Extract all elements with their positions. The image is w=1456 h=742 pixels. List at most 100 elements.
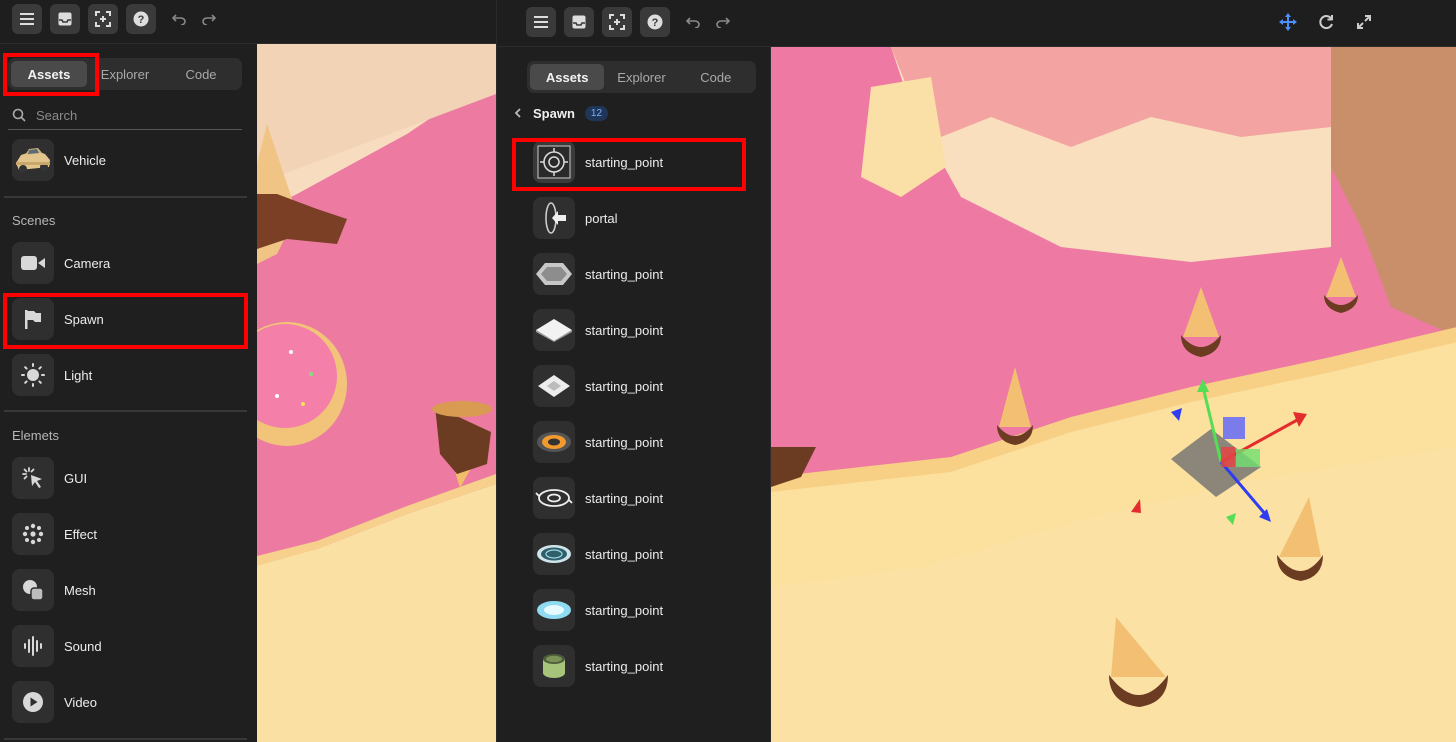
asset-item-label: Video [64,694,98,710]
asset-item-vehicle[interactable]: Vehicle [0,132,248,188]
spawn-item[interactable]: starting_point [497,470,737,526]
count-badge: 12 [584,105,609,121]
tab-assets[interactable]: Assets [11,61,87,87]
asset-item-gui[interactable]: GUI [0,450,248,506]
tab-code[interactable]: Code [679,64,753,90]
spawn-item-label: starting_point [585,378,664,394]
sun-icon [12,354,54,396]
spawn-item[interactable]: starting_point [497,526,737,582]
section-divider [4,410,247,412]
green-cylinder-icon [533,645,575,687]
spawn-item-label: portal [585,210,618,226]
redo-icon[interactable] [198,8,220,30]
spawn-item[interactable]: starting_point [497,358,737,414]
left-screenshot-panel: ? Assets Explorer Code Search Vehicle Sc… [0,0,496,742]
spawn-item[interactable]: starting_point [497,246,737,302]
move-tool-icon[interactable] [1277,11,1299,33]
undo-icon[interactable] [168,8,190,30]
tab-explorer[interactable]: Explorer [87,61,163,87]
assets-sidebar: Assets Explorer Code Spawn 12 starting_p… [497,47,771,742]
spawn-item-label: starting_point [585,602,664,618]
panel-tabs: Assets Explorer Code [8,58,242,90]
target-ring-icon [533,141,575,183]
breadcrumb: Spawn 12 [513,101,609,125]
asset-item-label: Mesh [64,582,96,598]
spawn-item-label: starting_point [585,658,664,674]
asset-item-camera[interactable]: Camera [0,235,248,291]
hexagon-pad-icon [533,253,575,295]
portal-arrow-icon [533,197,575,239]
waveform-icon [12,625,54,667]
assets-sidebar: Assets Explorer Code Vehicle Scenes [0,44,257,742]
spawn-item[interactable]: portal [497,190,737,246]
section-divider [4,738,247,740]
flag-icon [12,298,54,340]
svg-text:?: ? [652,17,659,29]
undo-icon[interactable] [682,11,704,33]
orange-ring-pad-icon [533,421,575,463]
spawn-item[interactable]: starting_point [497,134,737,190]
section-divider [4,196,247,198]
tab-assets[interactable]: Assets [530,64,605,90]
asset-item-effect[interactable]: Effect [0,506,248,562]
tab-explorer[interactable]: Explorer [604,64,678,90]
inbox-icon[interactable] [564,7,594,37]
help-icon[interactable]: ? [126,4,156,34]
car-icon [12,139,54,181]
spawn-item-label: starting_point [585,322,664,338]
redo-icon[interactable] [712,11,734,33]
chevron-left-icon[interactable] [513,107,523,119]
shapes-icon [12,569,54,611]
scene-viewport[interactable] [257,44,496,742]
spawn-item-label: starting_point [585,434,664,450]
frame-add-icon[interactable] [88,4,118,34]
spawn-item-label: starting_point [585,154,664,170]
search-bar [8,101,242,130]
menu-icon[interactable] [12,4,42,34]
tab-code[interactable]: Code [163,61,239,87]
right-screenshot-panel: ? Assets Explorer Code Spawn 12 starting… [496,0,1456,742]
section-title-scenes: Scenes [12,213,56,228]
teal-ring-pad-icon [533,533,575,575]
frame-add-icon[interactable] [602,7,632,37]
asset-item-label: Effect [64,526,98,542]
asset-item-label: Spawn [64,311,104,327]
asset-item-label: Vehicle [64,152,106,168]
sparkle-dots-icon [12,513,54,555]
svg-text:?: ? [138,14,145,26]
spawn-item[interactable]: starting_point [497,582,737,638]
spawn-item-label: starting_point [585,546,664,562]
diamond-pad-icon [533,365,575,407]
asset-item-sound[interactable]: Sound [0,618,248,674]
asset-item-light[interactable]: Light [0,347,248,403]
panel-tabs: Assets Explorer Code [527,61,756,93]
scene-viewport[interactable] [771,47,1456,742]
asset-item-spawn[interactable]: Spawn [0,291,248,347]
asset-item-mesh[interactable]: Mesh [0,562,248,618]
cyan-glow-pad-icon [533,589,575,631]
diamond-pad-icon [533,309,575,351]
spawn-item[interactable]: starting_point [497,414,737,470]
menu-icon[interactable] [526,7,556,37]
toolbar: ? [0,0,496,44]
toolbar: ? [497,0,1456,47]
scale-tool-icon[interactable] [1353,11,1375,33]
inbox-icon[interactable] [50,4,80,34]
help-icon[interactable]: ? [640,7,670,37]
breadcrumb-title: Spawn [533,105,575,121]
play-icon [12,681,54,723]
rotate-tool-icon[interactable] [1315,11,1337,33]
spawn-item-label: starting_point [585,490,664,506]
spawn-item-label: starting_point [585,266,664,282]
asset-item-label: Sound [64,638,102,654]
spawn-item[interactable]: starting_point [497,638,737,694]
search-input[interactable] [36,107,226,123]
spawn-item[interactable]: starting_point [497,302,737,358]
cursor-click-icon [12,457,54,499]
camera-icon [12,242,54,284]
section-title-elements: Elemets [12,428,59,443]
asset-item-label: Camera [64,255,111,271]
asset-item-video[interactable]: Video [0,674,248,730]
swirl-ring-icon [533,477,575,519]
search-icon [12,108,26,122]
